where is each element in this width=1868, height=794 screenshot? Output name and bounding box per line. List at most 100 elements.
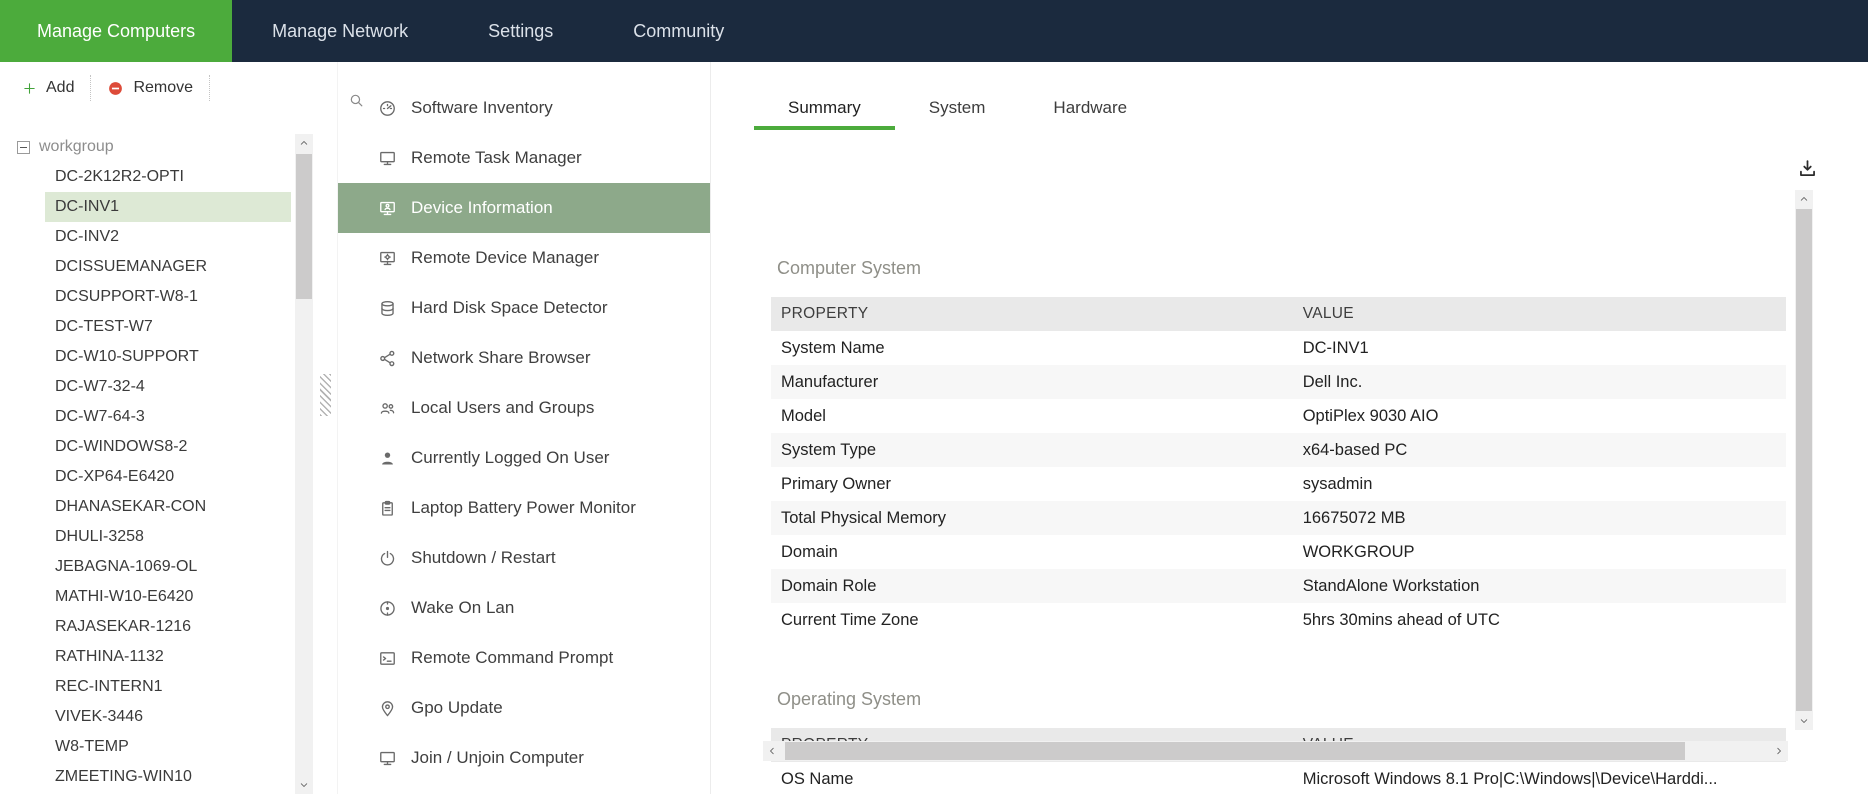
table-row: System Name DC-INV1 xyxy=(771,331,1786,365)
tool-item-laptop-battery-power-monitor[interactable]: Laptop Battery Power Monitor xyxy=(338,483,710,533)
value-cell: OptiPlex 9030 AIO xyxy=(1302,406,1439,425)
remove-button-label: Remove xyxy=(133,79,194,96)
tree-item-computer[interactable]: ZMEETING-WIN10 xyxy=(45,762,291,792)
tool-item-remote-task-manager[interactable]: Remote Task Manager xyxy=(338,133,710,183)
operating-system-table: PROPERTY VALUE OS Name Microsoft Windows… xyxy=(771,728,1786,794)
nav-tab-community[interactable]: Community xyxy=(593,0,764,62)
network-share-icon xyxy=(378,349,397,368)
table-row: OS Name Microsoft Windows 8.1 Pro|C:\Win… xyxy=(771,762,1786,794)
scrollbar-thumb[interactable] xyxy=(785,742,1685,760)
scroll-up-arrow[interactable] xyxy=(1795,190,1813,208)
tool-item-remote-command-prompt[interactable]: Remote Command Prompt xyxy=(338,633,710,683)
add-plus-icon xyxy=(22,81,37,96)
tool-label: Local Users and Groups xyxy=(411,398,595,417)
tree-item-computer[interactable]: DC-XP64-E6420 xyxy=(45,462,291,492)
tree-item-computer[interactable]: DC-WINDOWS8-2 xyxy=(45,432,291,462)
nav-tab-manage-network[interactable]: Manage Network xyxy=(232,0,448,62)
computer-list: DC-2K12R2-OPTI DC-INV1 DC-INV2 DCISSUEMA… xyxy=(0,162,315,792)
content-tabs: Summary System Hardware xyxy=(754,92,1161,130)
tree-item-computer[interactable]: DC-INV1 xyxy=(45,192,291,222)
export-download-button[interactable] xyxy=(1795,156,1820,184)
collapse-expander-icon[interactable] xyxy=(17,140,30,154)
tool-item-software-inventory[interactable]: Software Inventory xyxy=(338,83,710,133)
power-icon xyxy=(378,549,397,568)
tree-item-computer[interactable]: JEBAGNA-1069-OL xyxy=(45,552,291,582)
panel-splitter[interactable] xyxy=(315,62,337,794)
property-cell: Manufacturer xyxy=(781,372,879,391)
tree-item-computer[interactable]: DHULI-3258 xyxy=(45,522,291,552)
scroll-right-arrow[interactable] xyxy=(1770,741,1788,761)
tree-item-computer[interactable]: RATHINA-1132 xyxy=(45,642,291,672)
tree-item-computer[interactable]: MATHI-W10-E6420 xyxy=(45,582,291,612)
tree-item-computer[interactable]: W8-TEMP xyxy=(45,732,291,762)
scroll-left-arrow[interactable] xyxy=(763,741,781,761)
tree-item-computer[interactable]: DC-W7-32-4 xyxy=(45,372,291,402)
tool-item-device-information[interactable]: Device Information xyxy=(338,183,710,233)
gauge-icon xyxy=(378,99,397,118)
toolbar-separator xyxy=(90,75,92,101)
table-header: PROPERTY VALUE xyxy=(771,297,1786,331)
tree-item-computer[interactable]: DC-TEST-W7 xyxy=(45,312,291,342)
add-computer-button[interactable]: Add xyxy=(16,75,80,101)
tree-item-computer[interactable]: DC-2K12R2-OPTI xyxy=(45,162,291,192)
tool-item-hard-disk-space-detector[interactable]: Hard Disk Space Detector xyxy=(338,283,710,333)
tree-item-computer[interactable]: DHANASEKAR-CON xyxy=(45,492,291,522)
scroll-down-arrow[interactable] xyxy=(295,776,313,794)
tool-label: Software Inventory xyxy=(411,98,553,117)
content-scrollbar-vertical[interactable] xyxy=(1795,190,1813,730)
user-icon xyxy=(378,449,397,468)
table-body: System Name DC-INV1 Manufacturer Dell In… xyxy=(771,331,1786,637)
property-cell: Total Physical Memory xyxy=(781,508,947,527)
tab-hardware[interactable]: Hardware xyxy=(1019,92,1161,130)
tree-item-computer[interactable]: DC-INV2 xyxy=(45,222,291,252)
table-row: Current Time Zone 5hrs 30mins ahead of U… xyxy=(771,603,1786,637)
toolbar-separator xyxy=(209,75,211,101)
tree-item-computer[interactable]: REC-INTERN1 xyxy=(45,672,291,702)
property-cell: Domain Role xyxy=(781,576,877,595)
table-row: Model OptiPlex 9030 AIO xyxy=(771,399,1786,433)
wake-disc-icon xyxy=(378,599,397,618)
table-body: OS Name Microsoft Windows 8.1 Pro|C:\Win… xyxy=(771,762,1786,794)
tree-item-computer[interactable]: DC-W10-SUPPORT xyxy=(45,342,291,372)
value-cell: DC-INV1 xyxy=(1302,338,1369,357)
tab-summary[interactable]: Summary xyxy=(754,92,895,130)
scroll-down-arrow[interactable] xyxy=(1795,712,1813,730)
content-scrollbar-horizontal[interactable] xyxy=(763,741,1788,761)
tree-item-computer[interactable]: DCISSUEMANAGER xyxy=(45,252,291,282)
tool-item-gpo-update[interactable]: Gpo Update xyxy=(338,683,710,733)
tool-label: Remote Command Prompt xyxy=(411,648,614,667)
tool-item-wake-on-lan[interactable]: Wake On Lan xyxy=(338,583,710,633)
tree-root-workgroup[interactable]: workgroup xyxy=(0,132,315,162)
tree-item-computer[interactable]: VIVEK-3446 xyxy=(45,702,291,732)
tool-item-join-unjoin-computer[interactable]: Join / Unjoin Computer xyxy=(338,733,710,783)
tool-item-network-share-browser[interactable]: Network Share Browser xyxy=(338,333,710,383)
tree-item-computer[interactable]: DC-W7-64-3 xyxy=(45,402,291,432)
tab-system[interactable]: System xyxy=(895,92,1020,130)
property-cell: Model xyxy=(781,406,826,425)
scrollbar-thumb[interactable] xyxy=(296,154,312,299)
search-button[interactable] xyxy=(346,90,367,114)
scrollbar-thumb[interactable] xyxy=(1796,209,1812,711)
tool-item-local-users-and-groups[interactable]: Local Users and Groups xyxy=(338,383,710,433)
tool-label: Device Information xyxy=(411,198,553,217)
table-row: Primary Owner sysadmin xyxy=(771,467,1786,501)
tree-item-computer[interactable]: DCSUPPORT-W8-1 xyxy=(45,282,291,312)
remove-computer-button[interactable]: Remove xyxy=(101,75,199,101)
tool-item-currently-logged-on-user[interactable]: Currently Logged On User xyxy=(338,433,710,483)
nav-tab-manage-computers[interactable]: Manage Computers xyxy=(0,0,233,62)
value-cell: Dell Inc. xyxy=(1302,372,1363,391)
section-title: Computer System xyxy=(777,258,922,278)
tree-item-computer[interactable]: RAJASEKAR-1216 xyxy=(45,612,291,642)
tools-panel: Software Inventory Remote Task Manager D… xyxy=(337,62,711,794)
computer-tree: workgroup DC-2K12R2-OPTI DC-INV1 DC-INV2… xyxy=(0,114,315,792)
tool-item-remote-device-manager[interactable]: Remote Device Manager xyxy=(338,233,710,283)
nav-tab-settings[interactable]: Settings xyxy=(448,0,593,62)
value-cell: WORKGROUP xyxy=(1302,542,1415,561)
location-pin-icon xyxy=(378,699,397,718)
tool-label: Shutdown / Restart xyxy=(411,548,556,567)
collapse-panel-handle[interactable] xyxy=(320,374,331,416)
tree-scrollbar[interactable] xyxy=(295,134,313,794)
scroll-up-arrow[interactable] xyxy=(295,134,313,152)
tool-item-shutdown-restart[interactable]: Shutdown / Restart xyxy=(338,533,710,583)
section-computer-system: Computer System PROPERTY VALUE System Na… xyxy=(771,258,1786,637)
